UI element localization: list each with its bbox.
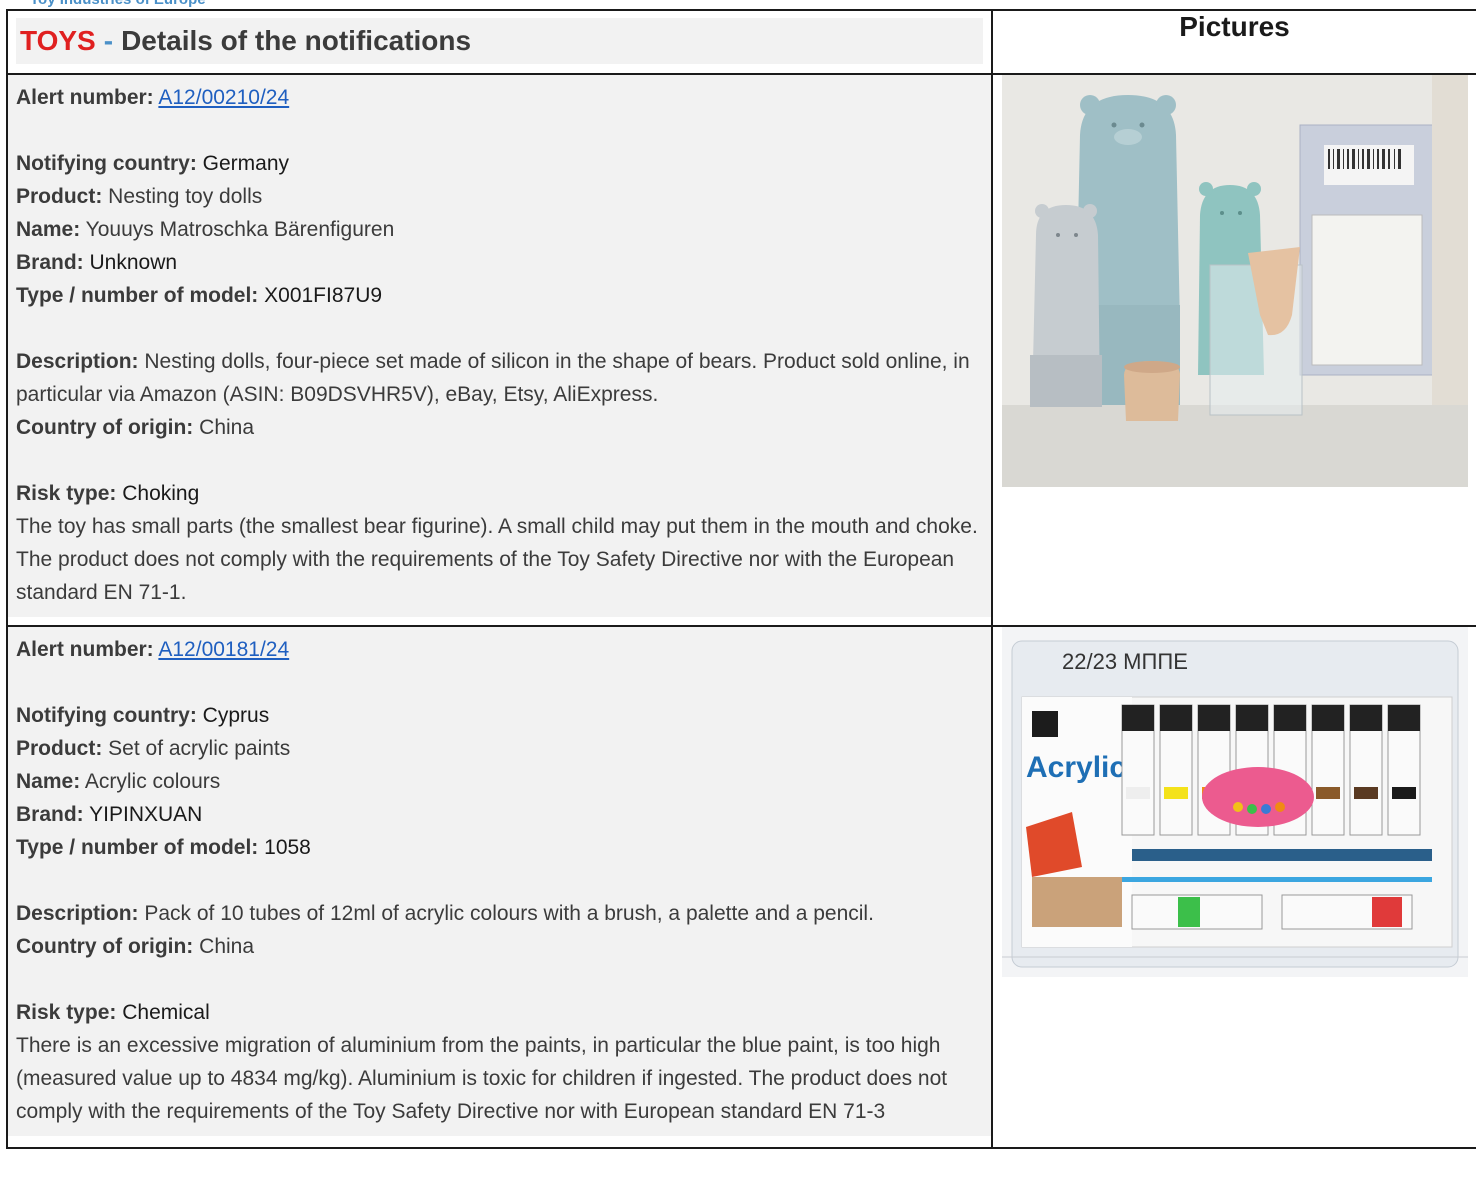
pictures-header: Pictures <box>991 9 1476 75</box>
risk-description: The toy has small parts (the smallest be… <box>16 515 978 604</box>
photo-caption: 22/23 ΜΠΠΕ <box>1062 649 1188 674</box>
picture-cell <box>991 73 1476 627</box>
product-photo <box>1001 75 1468 487</box>
notification-row: Alert number: A12/00210/24 Notifying cou… <box>6 73 1476 627</box>
product-photo: 22/23 ΜΠΠΕ Acrylic <box>1001 627 1468 977</box>
notifications-table: TOYS - Details of the notifications Pict… <box>6 9 1476 1149</box>
risk-type-line: Risk type: Chemical <box>16 1001 210 1024</box>
model-line: Type / number of model: X001FI87U9 <box>16 284 383 307</box>
alert-number-link[interactable]: A12/00210/24 <box>158 86 289 109</box>
picture-cell: 22/23 ΜΠΠΕ Acrylic <box>991 625 1476 1149</box>
brand-line: Brand: Unknown <box>16 251 178 274</box>
alert-number-line: Alert number: A12/00210/24 <box>16 86 290 109</box>
notification-row: Alert number: A12/00181/24 Notifying cou… <box>6 625 1476 1149</box>
banner-text: Toy Industries of Europe <box>30 0 206 8</box>
alert-number-line: Alert number: A12/00181/24 <box>16 638 290 661</box>
acrylic-paint-set-image: 22/23 ΜΠΠΕ Acrylic <box>1001 627 1468 977</box>
name-line: Name: Youuys Matroschka Bärenfiguren <box>16 218 395 241</box>
risk-type-line: Risk type: Choking <box>16 482 200 505</box>
notification-details: Alert number: A12/00181/24 Notifying cou… <box>6 625 993 1149</box>
product-line: Product: Nesting toy dolls <box>16 185 263 208</box>
page-title: Details of the notifications <box>121 25 472 56</box>
header-separator: - <box>103 25 114 56</box>
details-header: TOYS - Details of the notifications <box>6 9 993 75</box>
package-label: Acrylic <box>1026 751 1126 784</box>
name-line: Name: Acrylic colours <box>16 770 221 793</box>
origin-line: Country of origin: China <box>16 935 255 958</box>
description-line: Description: Pack of 10 tubes of 12ml of… <box>16 902 874 925</box>
notifying-country-line: Notifying country: Germany <box>16 152 290 175</box>
alert-number-link[interactable]: A12/00181/24 <box>158 638 289 661</box>
description-line: Description: Nesting dolls, four-piece s… <box>16 350 970 406</box>
category-label: TOYS <box>20 25 96 56</box>
nesting-dolls-image <box>1001 75 1468 487</box>
risk-description: There is an excessive migration of alumi… <box>16 1034 948 1123</box>
origin-line: Country of origin: China <box>16 416 255 439</box>
brand-line: Brand: YIPINXUAN <box>16 803 203 826</box>
notifying-country-line: Notifying country: Cyprus <box>16 704 270 727</box>
model-line: Type / number of model: 1058 <box>16 836 311 859</box>
table-header-row: TOYS - Details of the notifications Pict… <box>6 9 1476 75</box>
notification-details: Alert number: A12/00210/24 Notifying cou… <box>6 73 993 627</box>
product-line: Product: Set of acrylic paints <box>16 737 291 760</box>
